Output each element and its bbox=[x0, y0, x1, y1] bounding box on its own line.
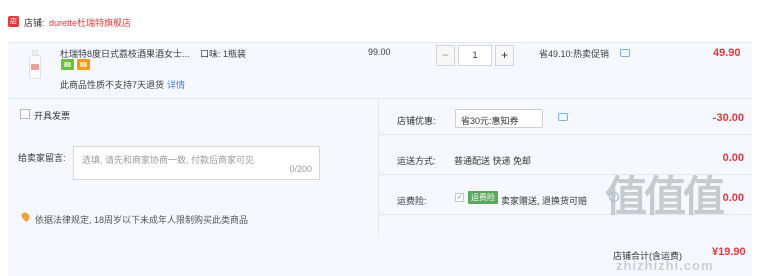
watermark-logo: 值值值 bbox=[605, 173, 725, 220]
insurance-checkbox[interactable]: ✓ bbox=[455, 193, 464, 202]
shop-label: 店铺: bbox=[24, 18, 45, 28]
unit-price: 99.00 bbox=[368, 47, 391, 57]
quantity-minus-button[interactable]: − bbox=[436, 45, 455, 66]
item-total: 49.90 bbox=[713, 47, 741, 59]
shipping-value: 普通配送 快递 免邮 bbox=[454, 156, 532, 166]
quantity-plus-button[interactable]: + bbox=[495, 45, 514, 66]
shipping-row: 运送方式: 普通配送 快递 免邮 0.00 bbox=[378, 139, 752, 175]
message-label: 给卖家留言: bbox=[18, 153, 66, 163]
watermark-url: zhizhizhi.com bbox=[616, 258, 714, 273]
no-return-note: 此商品性质不支持7天退货 bbox=[60, 80, 165, 90]
shop-discount-row: 店铺优惠: 省30元:惠知券 ∨ -30.00 bbox=[378, 99, 752, 135]
shipping-label: 运送方式: bbox=[397, 156, 436, 166]
cart-item: 杜瑞特8度日式荔枝酒果酒女士... 口味: 1瓶装 此商品性质不支持7天退货 详… bbox=[8, 42, 752, 98]
insurance-tag: 运费险 bbox=[468, 191, 498, 204]
chat-icon[interactable] bbox=[558, 113, 568, 121]
coupon-select[interactable]: 省30元:惠知券 ∨ bbox=[455, 109, 543, 128]
shop-discount-label: 店铺优惠: bbox=[397, 116, 436, 126]
location-pin-icon bbox=[19, 210, 32, 223]
promotion-saving: 省49.10:热卖促销 bbox=[539, 49, 610, 59]
chat-icon[interactable] bbox=[620, 49, 630, 57]
insurance-amount: 0.00 bbox=[722, 192, 744, 204]
shop-total-value: ¥19.90 bbox=[712, 246, 746, 258]
invoice-label[interactable]: 开具发票 bbox=[34, 109, 70, 122]
message-placeholder: 选填, 请先和商家协商一致, 付款后商家可见 bbox=[82, 155, 255, 165]
shop-header: 店 店铺: durette杜瑞特旗舰店 bbox=[0, 0, 757, 42]
insurance-description: 卖家赠送, 退换货可赔 bbox=[501, 196, 588, 206]
quantity-input[interactable]: 1 bbox=[458, 45, 492, 66]
law-note: 依据法律规定, 18周岁以下未成年人限制购买此类商品 bbox=[35, 215, 249, 225]
shop-name-link[interactable]: durette杜瑞特旗舰店 bbox=[49, 16, 131, 29]
product-thumbnail[interactable] bbox=[24, 49, 46, 81]
shop-icon: 店 bbox=[8, 16, 19, 27]
invoice-checkbox[interactable] bbox=[20, 109, 30, 119]
product-spec: 口味: 1瓶装 bbox=[200, 49, 247, 59]
message-textarea[interactable]: 选填, 请先和商家协商一致, 付款后商家可见 0/200 bbox=[73, 146, 320, 180]
card-badge-icon[interactable] bbox=[77, 59, 90, 70]
service-badge-icon[interactable] bbox=[61, 59, 74, 70]
insurance-label: 运费险: bbox=[397, 196, 427, 206]
shipping-amount: 0.00 bbox=[722, 152, 744, 164]
chevron-down-icon: ∨ bbox=[461, 114, 468, 124]
shop-discount-amount: -30.00 bbox=[712, 112, 744, 124]
message-char-count: 0/200 bbox=[289, 164, 312, 174]
detail-link[interactable]: 详情 bbox=[167, 78, 185, 91]
